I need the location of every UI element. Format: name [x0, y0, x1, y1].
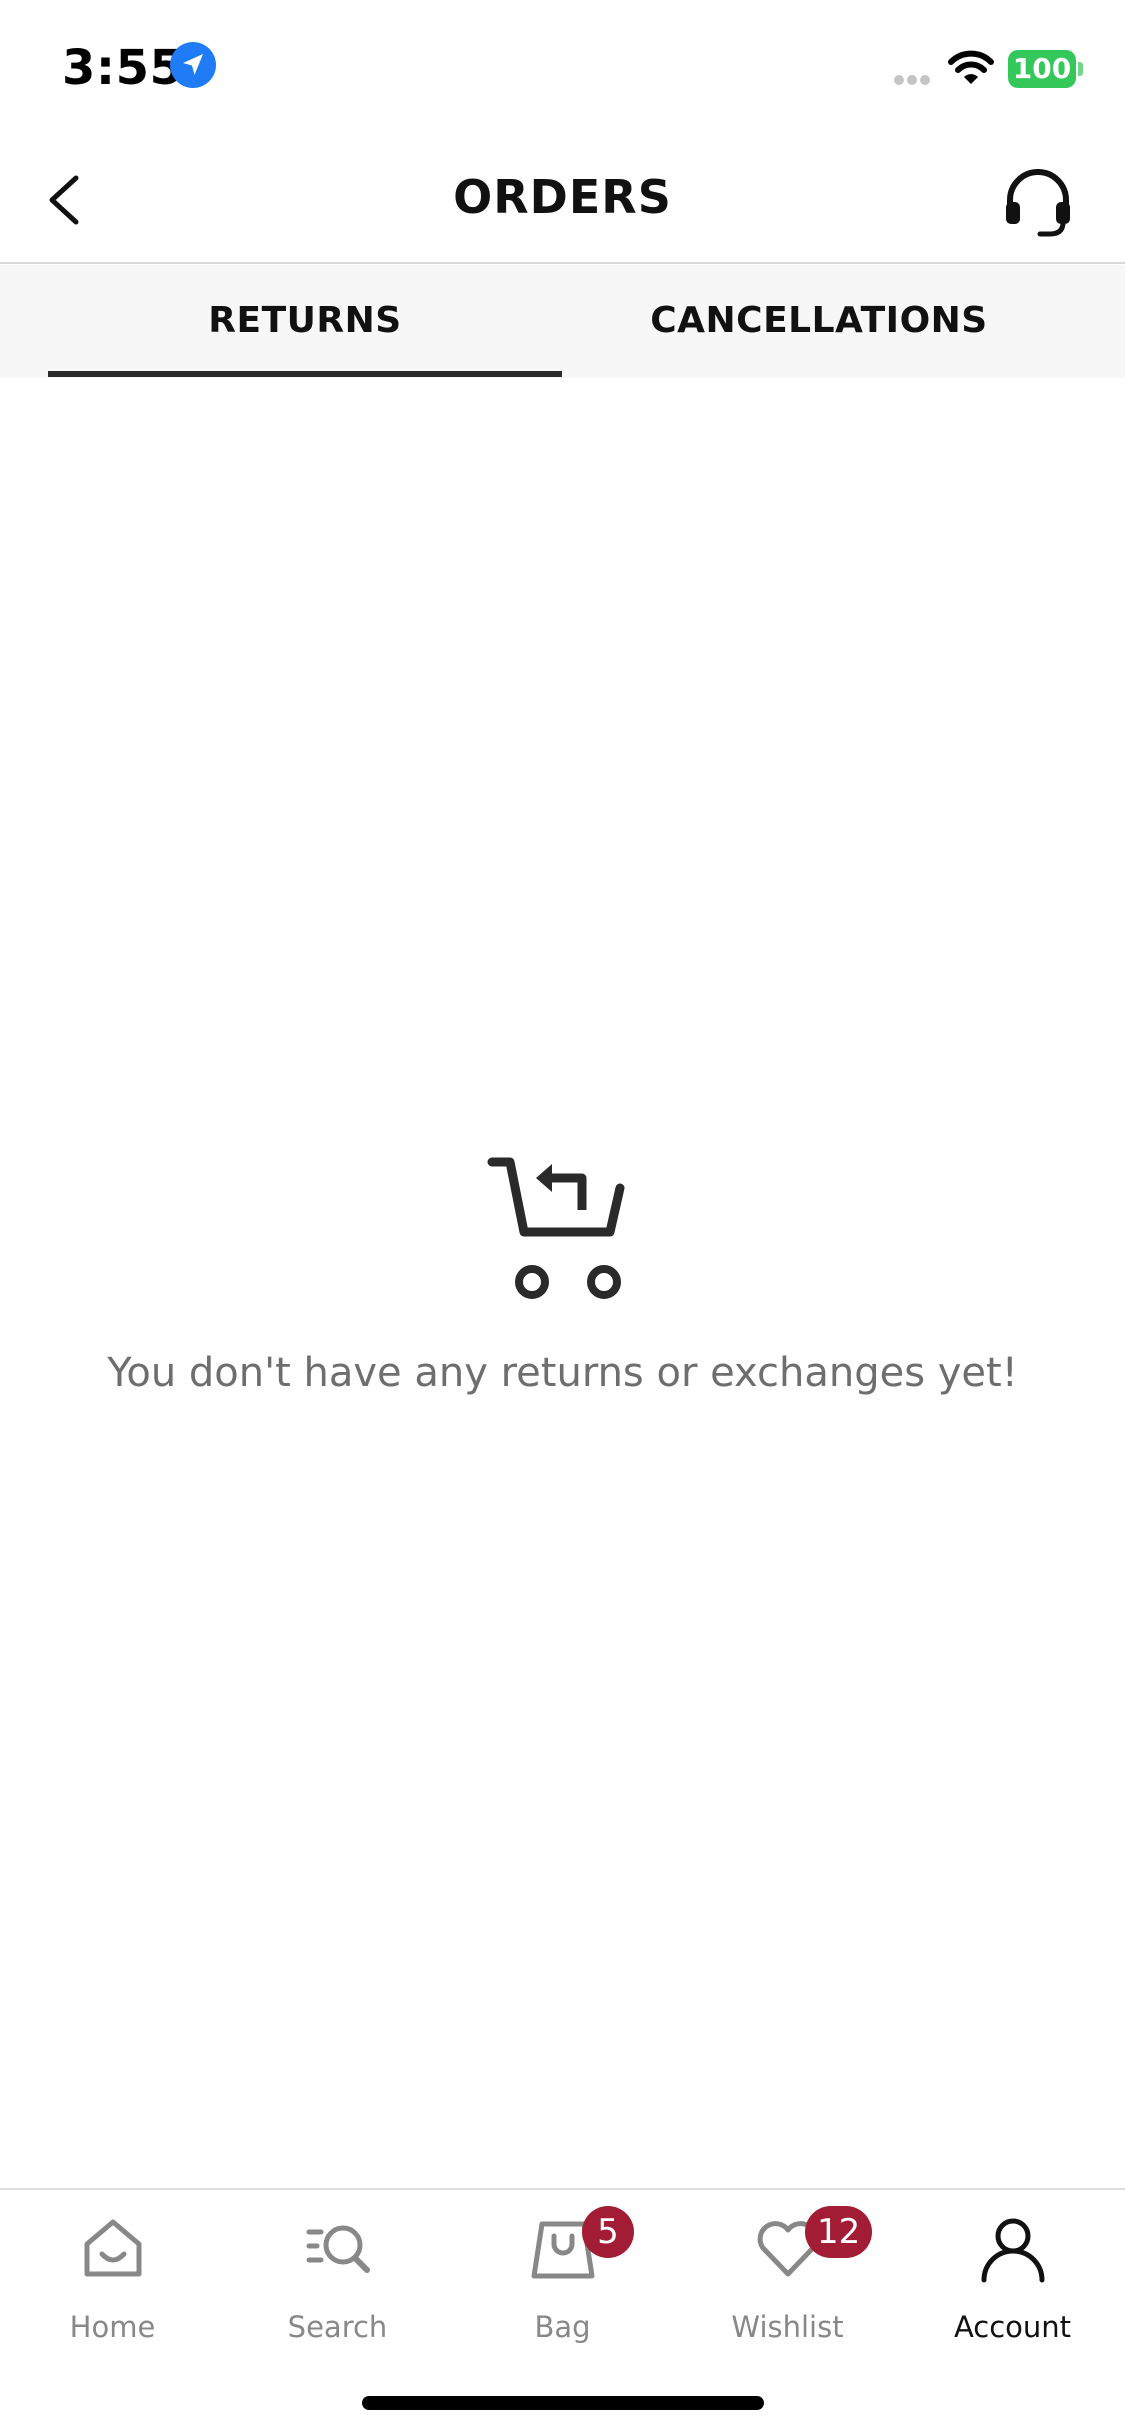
battery-indicator: 100 [1008, 50, 1083, 88]
account-icon [981, 2218, 1045, 2283]
tab-returns[interactable]: RETURNS [48, 265, 562, 378]
battery-cap [1078, 62, 1083, 76]
nav-search-label: Search [287, 2310, 388, 2344]
back-button[interactable] [36, 158, 108, 238]
customer-support-button[interactable] [998, 162, 1078, 242]
cellular-signal-icon [894, 75, 930, 85]
orders-tabs: RETURNS CANCELLATIONS [0, 265, 1125, 378]
status-bar: 3:55 100 [0, 0, 1125, 132]
nav-home[interactable]: Home [0, 2214, 225, 2364]
nav-wishlist[interactable]: 12 Wishlist [675, 2206, 900, 2364]
nav-account[interactable]: Account [900, 2214, 1125, 2364]
home-icon [84, 2219, 142, 2277]
cart-return-icon [487, 1157, 625, 1299]
headset-icon [1006, 169, 1070, 237]
nav-home-label: Home [69, 2310, 156, 2344]
nav-bag[interactable]: 5 Bag [450, 2206, 675, 2364]
tab-cancellations[interactable]: CANCELLATIONS [562, 265, 1076, 378]
page-title: ORDERS [453, 170, 672, 224]
empty-state-message: You don't have any returns or exchanges … [107, 1350, 1018, 1396]
wifi-icon [948, 50, 994, 84]
bag-count-badge: 5 [582, 2206, 634, 2258]
status-time: 3:55 [62, 40, 184, 96]
nav-bag-label: Bag [534, 2310, 591, 2344]
header-bar: ORDERS [0, 132, 1125, 264]
home-indicator [362, 2396, 764, 2410]
wishlist-count-badge: 12 [805, 2206, 873, 2258]
battery-level: 100 [1012, 52, 1072, 85]
search-icon [306, 2225, 370, 2273]
location-arrow-icon [170, 42, 216, 88]
nav-search[interactable]: Search [225, 2214, 450, 2364]
active-tab-indicator [48, 371, 562, 377]
nav-account-label: Account [953, 2310, 1072, 2344]
chevron-left-icon [49, 175, 79, 225]
nav-wishlist-label: Wishlist [731, 2310, 844, 2344]
